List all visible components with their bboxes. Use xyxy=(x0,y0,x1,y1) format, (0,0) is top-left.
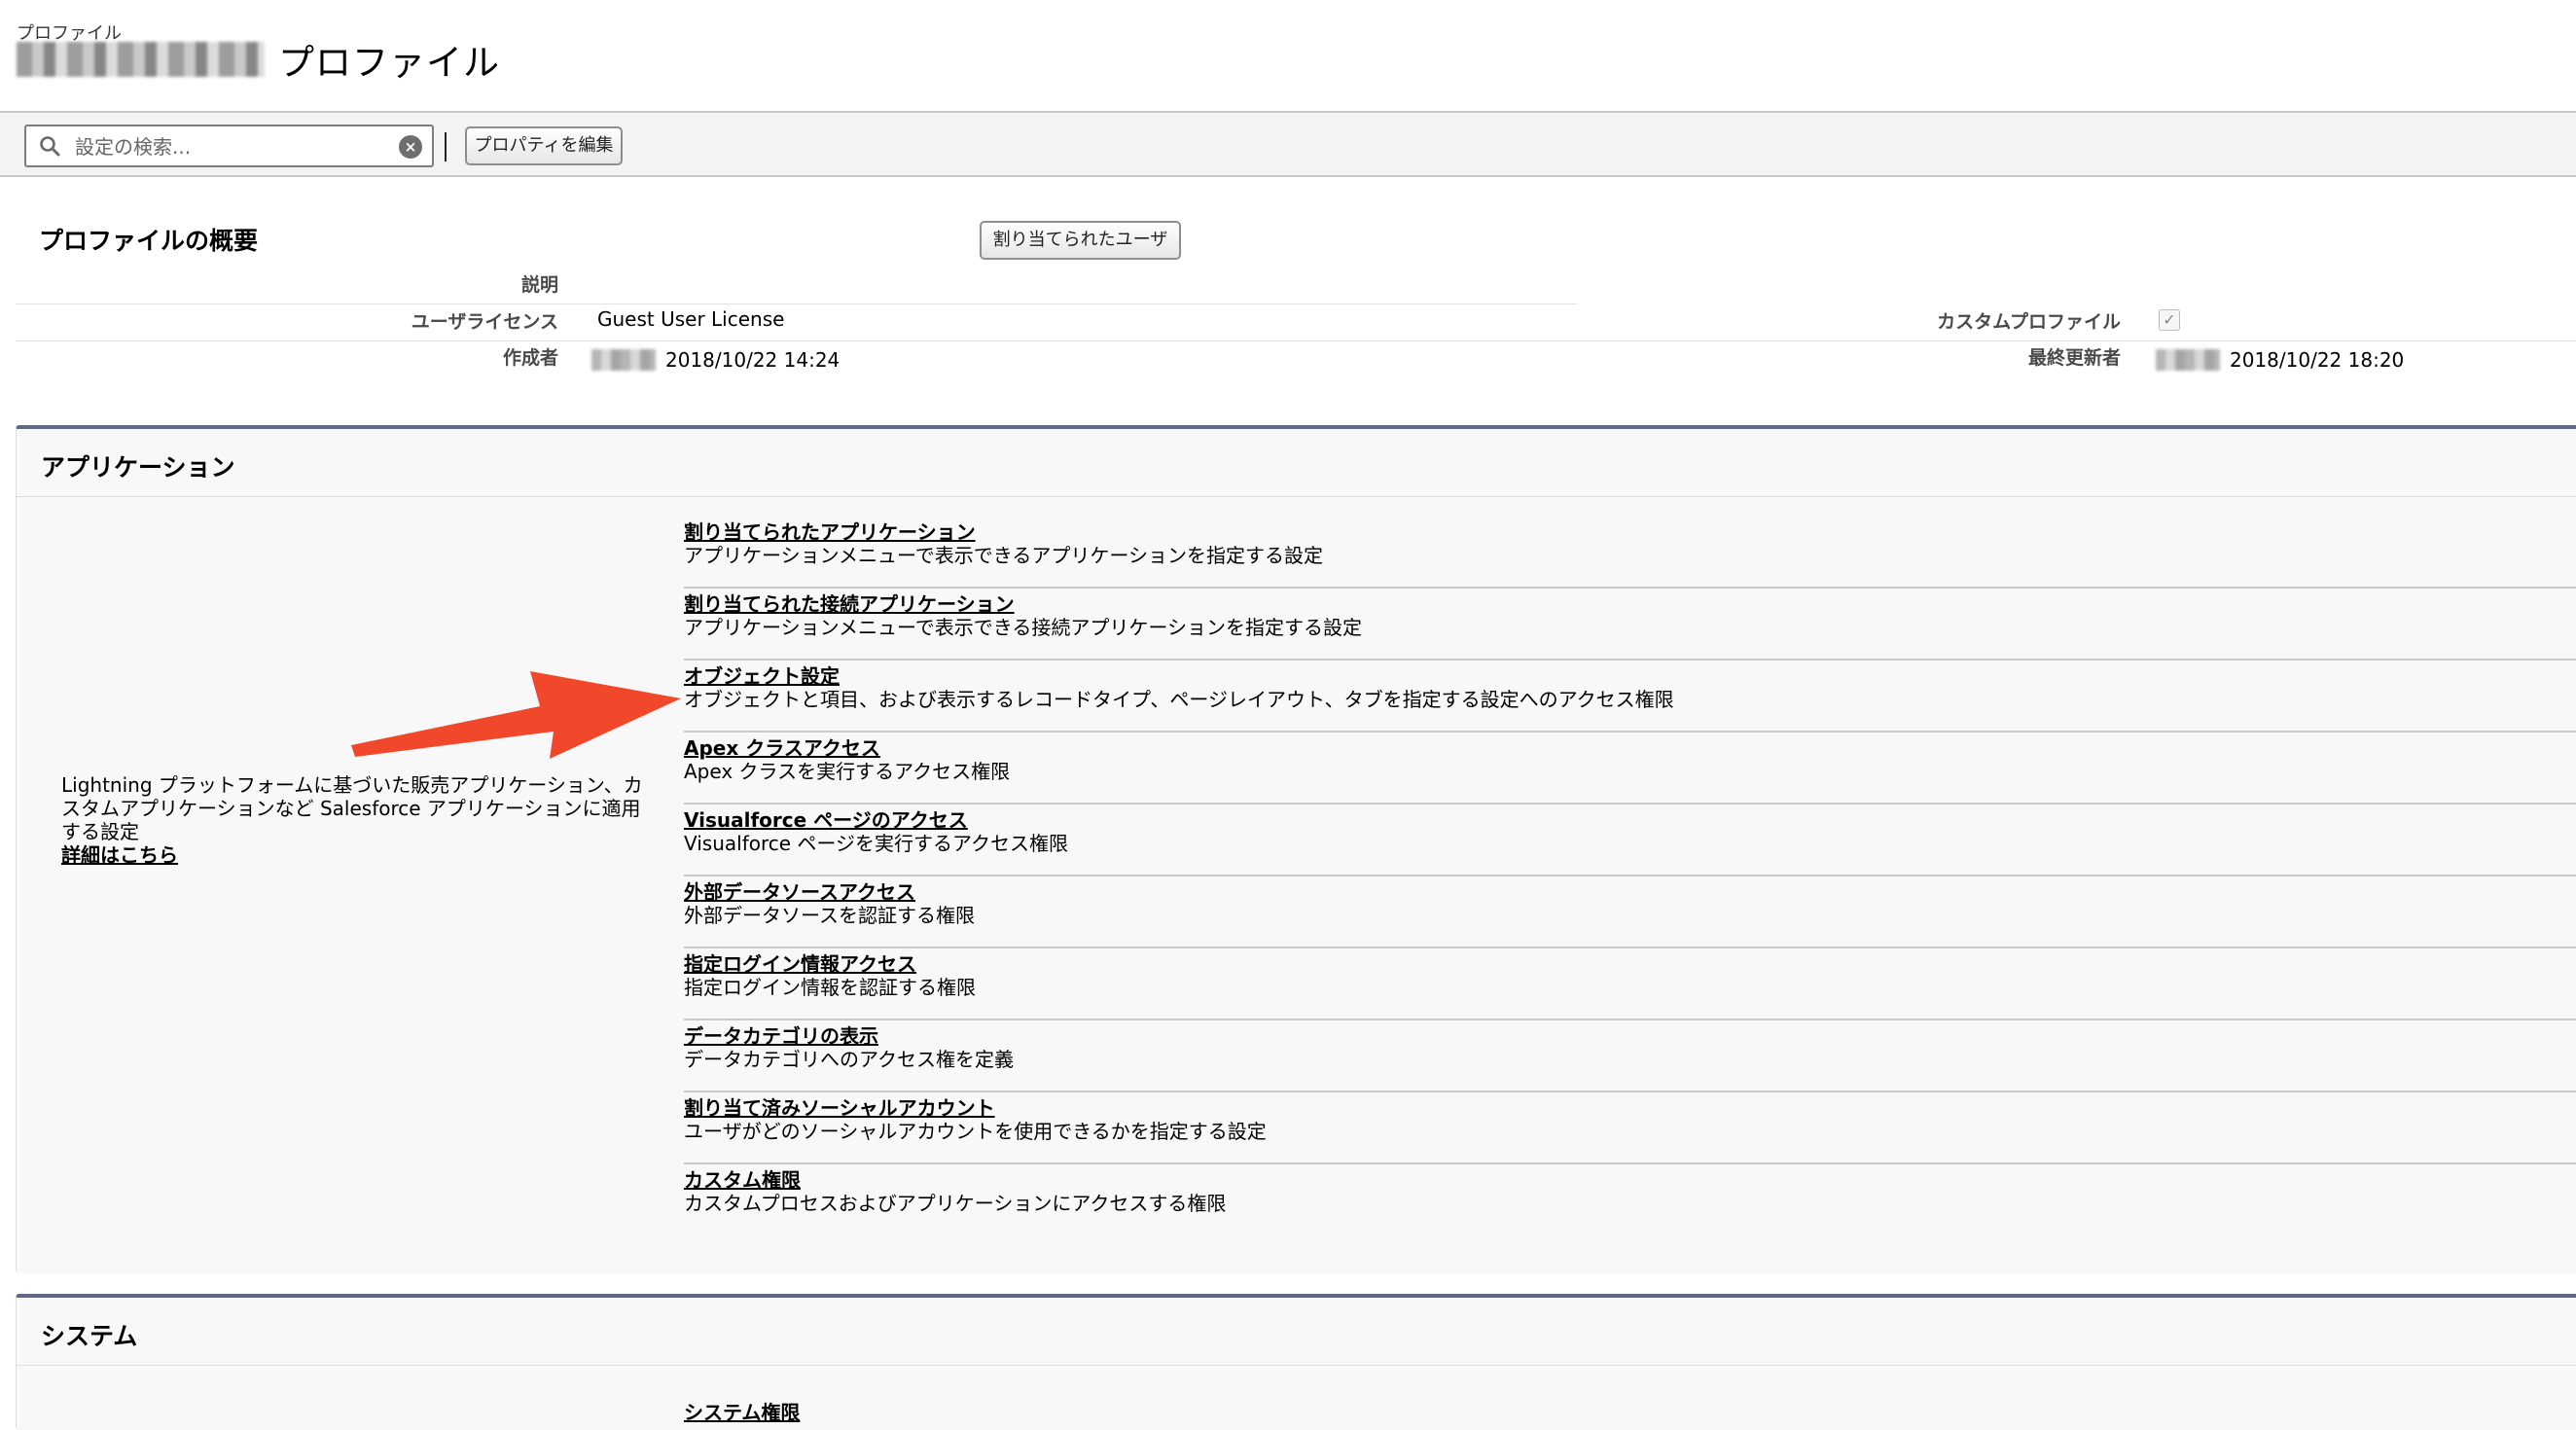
created-by-value: 2018/10/22 14:24 xyxy=(591,348,840,372)
last-modified-date: 2018/10/22 18:20 xyxy=(2230,348,2405,372)
section-header: アプリケーション xyxy=(17,429,2576,497)
settings-search-box[interactable]: × xyxy=(24,125,434,167)
system-section: システム システム権限 xyxy=(16,1294,2576,1430)
link-description: Visualforce ページを実行するアクセス権限 xyxy=(684,832,1069,855)
assigned-apps-link[interactable]: 割り当てられたアプリケーション xyxy=(684,520,976,544)
link-description: オブジェクトと項目、および表示するレコードタイプ、ページレイアウト、タブを指定す… xyxy=(684,688,1674,711)
page-header: プロファイル プロファイル xyxy=(0,0,2576,113)
last-modified-label: 最終更新者 xyxy=(2027,347,2121,369)
title-row: プロファイル xyxy=(17,35,500,84)
custom-permissions-link[interactable]: カスタム権限 xyxy=(684,1168,801,1192)
settings-search-input[interactable] xyxy=(73,132,384,161)
list-item: オブジェクト設定 オブジェクトと項目、および表示するレコードタイプ、ページレイア… xyxy=(684,661,2576,733)
applications-section: アプリケーション Lightning プラットフォームに基づいた販売アプリケーシ… xyxy=(16,425,2576,1273)
user-license-value: Guest User License xyxy=(597,307,785,331)
redacted-profile-name xyxy=(17,42,265,77)
edit-properties-button[interactable]: プロパティを編集 xyxy=(465,126,623,165)
row-divider xyxy=(16,340,2576,341)
section-description: Lightning プラットフォームに基づいた販売アプリケーション、カスタムアプ… xyxy=(61,773,655,867)
link-description: ユーザがどのソーシャルアカウントを使用できるかを指定する設定 xyxy=(684,1120,1267,1143)
created-by-label: 作成者 xyxy=(502,347,558,369)
user-license-label: ユーザライセンス xyxy=(411,311,558,333)
section-header: システム xyxy=(17,1298,2576,1366)
section-title: アプリケーション xyxy=(41,453,235,482)
settings-link-list: 割り当てられたアプリケーション アプリケーションメニューで表示できるアプリケーシ… xyxy=(684,517,2576,1236)
redacted-user xyxy=(591,349,656,371)
custom-profile-value: ✓ xyxy=(2159,309,2180,331)
description-label: 説明 xyxy=(520,274,558,296)
list-item: 指定ログイン情報アクセス 指定ログイン情報を認証する権限 xyxy=(684,948,2576,1020)
link-description: Apex クラスを実行するアクセス権限 xyxy=(684,760,1011,783)
assigned-connected-apps-link[interactable]: 割り当てられた接続アプリケーション xyxy=(684,592,1015,616)
visualforce-page-access-link[interactable]: Visualforce ページのアクセス xyxy=(684,808,968,832)
last-modified-value: 2018/10/22 18:20 xyxy=(2156,348,2404,372)
link-description: アプリケーションメニューで表示できる接続アプリケーションを指定する設定 xyxy=(684,616,1362,639)
data-category-visibility-link[interactable]: データカテゴリの表示 xyxy=(684,1024,878,1048)
system-permissions-link[interactable]: システム権限 xyxy=(684,1401,800,1424)
link-description: 外部データソースを認証する権限 xyxy=(684,904,975,927)
external-data-source-access-link[interactable]: 外部データソースアクセス xyxy=(684,880,915,904)
object-settings-link[interactable]: オブジェクト設定 xyxy=(684,664,840,688)
list-item: データカテゴリの表示 データカテゴリへのアクセス権を定義 xyxy=(684,1020,2576,1092)
link-description: カスタムプロセスおよびアプリケーションにアクセスする権限 xyxy=(684,1192,1227,1215)
custom-profile-label: カスタムプロファイル xyxy=(1937,311,2121,333)
search-icon xyxy=(40,136,60,157)
list-item: 割り当て済みソーシャルアカウント ユーザがどのソーシャルアカウントを使用できるか… xyxy=(684,1092,2576,1164)
page-title: プロファイル xyxy=(278,42,500,84)
link-description: アプリケーションメニューで表示できるアプリケーションを指定する設定 xyxy=(684,544,1323,567)
list-item: 外部データソースアクセス 外部データソースを認証する権限 xyxy=(684,876,2576,948)
list-item: Visualforce ページのアクセス Visualforce ページを実行す… xyxy=(684,804,2576,876)
toolbar: × プロパティを編集 xyxy=(0,113,2576,177)
list-item: 割り当てられた接続アプリケーション アプリケーションメニューで表示できる接続アプ… xyxy=(684,589,2576,661)
section-description-text: Lightning プラットフォームに基づいた販売アプリケーション、カスタムアプ… xyxy=(61,773,643,843)
created-date: 2018/10/22 14:24 xyxy=(665,348,841,372)
toolbar-divider xyxy=(445,132,447,161)
apex-class-access-link[interactable]: Apex クラスアクセス xyxy=(684,736,880,760)
link-description: 指定ログイン情報を認証する権限 xyxy=(684,976,976,999)
list-item: Apex クラスアクセス Apex クラスを実行するアクセス権限 xyxy=(684,733,2576,804)
list-item: 割り当てられたアプリケーション アプリケーションメニューで表示できるアプリケーシ… xyxy=(684,517,2576,589)
link-description: データカテゴリへのアクセス権を定義 xyxy=(684,1048,1014,1071)
list-item: カスタム権限 カスタムプロセスおよびアプリケーションにアクセスする権限 xyxy=(684,1164,2576,1236)
system-link-list: システム権限 xyxy=(684,1401,800,1424)
assigned-social-accounts-link[interactable]: 割り当て済みソーシャルアカウント xyxy=(684,1096,995,1120)
learn-more-link[interactable]: 詳細はこちら xyxy=(61,843,178,867)
named-credential-access-link[interactable]: 指定ログイン情報アクセス xyxy=(684,952,916,976)
section-title: システム xyxy=(41,1322,138,1350)
redacted-user xyxy=(2156,349,2220,371)
assigned-users-button[interactable]: 割り当てられたユーザ xyxy=(980,221,1181,260)
checkmark-icon: ✓ xyxy=(2159,309,2180,331)
overview-title: プロファイルの概要 xyxy=(39,227,259,255)
clear-icon[interactable]: × xyxy=(399,135,422,159)
